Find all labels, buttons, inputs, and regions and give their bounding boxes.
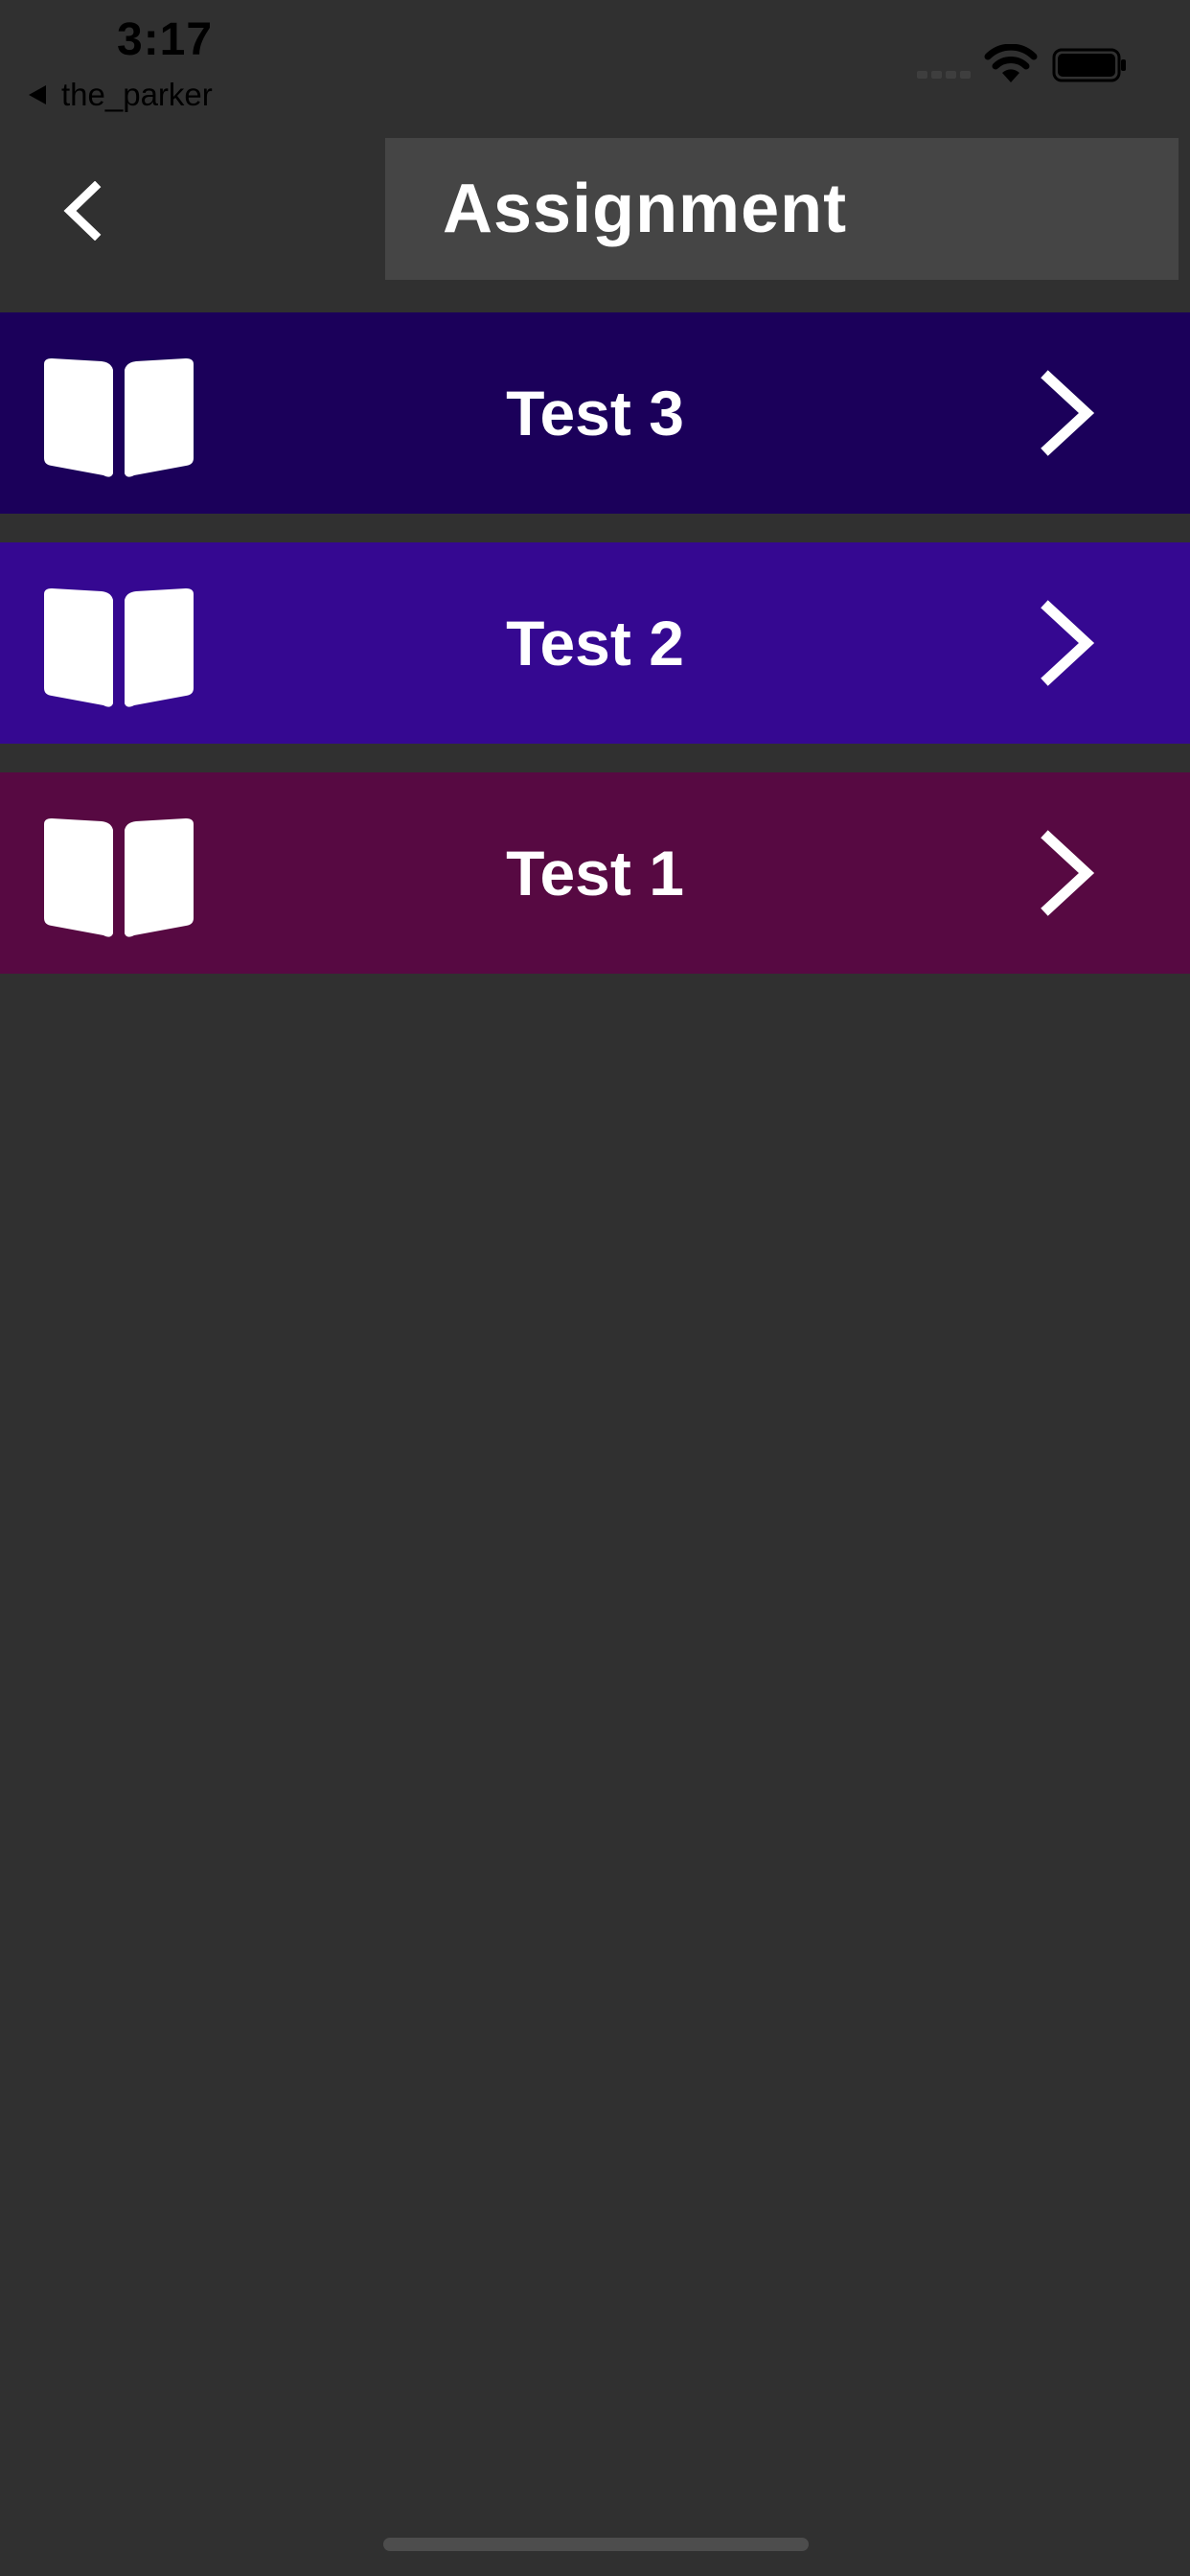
back-triangle-icon <box>29 85 46 104</box>
page-title: Assignment <box>443 171 848 247</box>
back-to-app-link[interactable]: the_parker <box>29 77 213 113</box>
chevron-right-icon <box>1041 370 1095 456</box>
book-open-icon <box>44 588 194 707</box>
chevron-right-icon <box>1041 600 1095 686</box>
battery-icon <box>1052 48 1126 82</box>
book-open-icon <box>44 358 194 477</box>
cellular-signal-icon <box>917 71 971 79</box>
back-button[interactable] <box>48 172 115 249</box>
wifi-icon <box>984 44 1038 82</box>
back-to-app-label: the_parker <box>61 77 213 112</box>
assignment-row-test-1[interactable]: Test 1 <box>0 772 1190 974</box>
book-open-icon <box>44 818 194 937</box>
assignment-row-test-3[interactable]: Test 3 <box>0 312 1190 514</box>
assignment-row-test-2[interactable]: Test 2 <box>0 542 1190 744</box>
chevron-right-icon <box>1041 830 1095 916</box>
title-box: Assignment <box>385 138 1179 280</box>
status-bar: 3:17 the_parker <box>0 0 1190 134</box>
chevron-left-icon <box>63 181 102 241</box>
home-indicator[interactable] <box>383 2538 809 2551</box>
status-time: 3:17 <box>117 14 214 65</box>
